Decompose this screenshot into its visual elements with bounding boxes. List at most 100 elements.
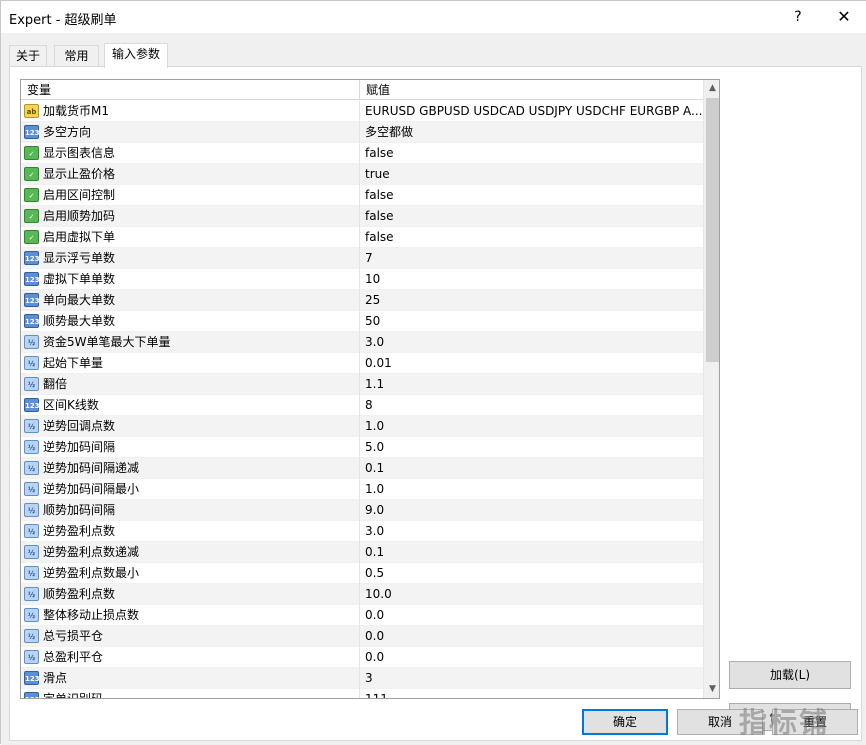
- table-row[interactable]: ½ 顺势盈利点数 10.0: [21, 584, 703, 605]
- param-name-cell[interactable]: 123 顺势最大单数: [21, 311, 360, 332]
- param-value-cell[interactable]: 9.0: [360, 500, 703, 521]
- table-row[interactable]: ½ 顺势加码间隔 9.0: [21, 500, 703, 521]
- table-row[interactable]: ½ 整体移动止损点数 0.0: [21, 605, 703, 626]
- param-value-cell[interactable]: 多空都做: [360, 122, 703, 143]
- param-name-cell[interactable]: ✓ 显示止盈价格: [21, 164, 360, 185]
- table-row[interactable]: 123 区间K线数 8: [21, 395, 703, 416]
- param-name-cell[interactable]: 123定单识别码: [21, 689, 360, 698]
- table-row[interactable]: 123定单识别码111: [21, 689, 703, 698]
- tab-common[interactable]: 常用: [54, 45, 99, 67]
- table-row[interactable]: ½ 逆势盈利点数最小 0.5: [21, 563, 703, 584]
- param-name-cell[interactable]: 123 滑点: [21, 668, 360, 689]
- table-row[interactable]: ✓ 启用顺势加码 false: [21, 206, 703, 227]
- vertical-scrollbar[interactable]: ▲ ▼: [703, 80, 719, 698]
- scroll-down-icon[interactable]: ▼: [704, 681, 719, 698]
- param-name-cell[interactable]: ½ 逆势回调点数: [21, 416, 360, 437]
- param-value-cell[interactable]: 0.5: [360, 563, 703, 584]
- param-name-cell[interactable]: ✓ 启用顺势加码: [21, 206, 360, 227]
- param-name-cell[interactable]: ½ 逆势加码间隔递减: [21, 458, 360, 479]
- tab-about[interactable]: 关于: [9, 45, 47, 67]
- param-value-cell[interactable]: 0.1: [360, 458, 703, 479]
- table-row[interactable]: ½ 总盈利平仓 0.0: [21, 647, 703, 668]
- param-name-cell[interactable]: ½ 整体移动止损点数: [21, 605, 360, 626]
- table-row[interactable]: ½ 逆势加码间隔最小 1.0: [21, 479, 703, 500]
- table-row[interactable]: ✓ 启用虚拟下单 false: [21, 227, 703, 248]
- param-name-cell[interactable]: 123 显示浮亏单数: [21, 248, 360, 269]
- param-value-cell[interactable]: 3: [360, 668, 703, 689]
- param-name-cell[interactable]: ½ 翻倍: [21, 374, 360, 395]
- table-row[interactable]: 123 显示浮亏单数 7: [21, 248, 703, 269]
- param-value-cell[interactable]: 0.0: [360, 605, 703, 626]
- tab-input-params[interactable]: 输入参数: [104, 43, 168, 68]
- close-button[interactable]: ✕: [821, 1, 866, 33]
- load-button[interactable]: 加载(L): [729, 661, 851, 689]
- table-row[interactable]: ½ 逆势加码间隔 5.0: [21, 437, 703, 458]
- param-value-cell[interactable]: false: [360, 143, 703, 164]
- table-row[interactable]: ½ 起始下单量 0.01: [21, 353, 703, 374]
- param-value-cell[interactable]: 25: [360, 290, 703, 311]
- param-value-cell[interactable]: 0.1: [360, 542, 703, 563]
- table-row[interactable]: ✓ 显示图表信息 false: [21, 143, 703, 164]
- table-row[interactable]: 123 单向最大单数 25: [21, 290, 703, 311]
- param-name-cell[interactable]: ½ 总亏损平仓: [21, 626, 360, 647]
- table-row[interactable]: ½ 翻倍 1.1: [21, 374, 703, 395]
- param-name-cell[interactable]: ½ 起始下单量: [21, 353, 360, 374]
- table-row[interactable]: ½ 逆势加码间隔递减 0.1: [21, 458, 703, 479]
- param-value-cell[interactable]: 5.0: [360, 437, 703, 458]
- table-row[interactable]: 123 滑点 3: [21, 668, 703, 689]
- param-name-cell[interactable]: 123 多空方向: [21, 122, 360, 143]
- param-value-cell[interactable]: false: [360, 185, 703, 206]
- table-row[interactable]: ½ 资金5W单笔最大下单量 3.0: [21, 332, 703, 353]
- param-name-cell[interactable]: ½ 逆势盈利点数递减: [21, 542, 360, 563]
- param-value-cell[interactable]: 10.0: [360, 584, 703, 605]
- param-name-cell[interactable]: ab 加载货币M1: [21, 101, 360, 122]
- param-value-cell[interactable]: 50: [360, 311, 703, 332]
- ok-button[interactable]: 确定: [582, 709, 668, 735]
- column-header-variable[interactable]: 变量: [21, 80, 360, 100]
- param-value-cell[interactable]: 1.0: [360, 479, 703, 500]
- param-name-cell[interactable]: ½ 逆势加码间隔最小: [21, 479, 360, 500]
- table-row[interactable]: ab 加载货币M1 EURUSD GBPUSD USDCAD USDJPY USDC…: [21, 101, 703, 122]
- table-row[interactable]: ✓ 显示止盈价格 true: [21, 164, 703, 185]
- table-row[interactable]: ½ 总亏损平仓 0.0: [21, 626, 703, 647]
- table-row[interactable]: ½ 逆势回调点数 1.0: [21, 416, 703, 437]
- param-value-cell[interactable]: 7: [360, 248, 703, 269]
- table-row[interactable]: ½ 逆势盈利点数递减 0.1: [21, 542, 703, 563]
- param-name-cell[interactable]: ½ 资金5W单笔最大下单量: [21, 332, 360, 353]
- table-row[interactable]: 123 顺势最大单数 50: [21, 311, 703, 332]
- param-name-cell[interactable]: ✓ 启用区间控制: [21, 185, 360, 206]
- param-name-cell[interactable]: ½ 总盈利平仓: [21, 647, 360, 668]
- param-value-cell[interactable]: false: [360, 206, 703, 227]
- table-row[interactable]: ✓ 启用区间控制 false: [21, 185, 703, 206]
- table-row[interactable]: 123 虚拟下单单数 10: [21, 269, 703, 290]
- param-value-cell[interactable]: true: [360, 164, 703, 185]
- param-name-cell[interactable]: ½ 逆势盈利点数最小: [21, 563, 360, 584]
- param-name-cell[interactable]: 123 单向最大单数: [21, 290, 360, 311]
- help-button[interactable]: ?: [775, 1, 821, 33]
- table-row[interactable]: 123 多空方向 多空都做: [21, 122, 703, 143]
- param-name-cell[interactable]: 123 区间K线数: [21, 395, 360, 416]
- param-value-cell[interactable]: 1.1: [360, 374, 703, 395]
- param-value-cell[interactable]: 0.0: [360, 626, 703, 647]
- param-name-cell[interactable]: ✓ 显示图表信息: [21, 143, 360, 164]
- param-value-cell[interactable]: 111: [360, 689, 703, 698]
- scroll-up-icon[interactable]: ▲: [704, 80, 719, 97]
- param-name-cell[interactable]: ✓ 启用虚拟下单: [21, 227, 360, 248]
- param-value-cell[interactable]: EURUSD GBPUSD USDCAD USDJPY USDCHF EURGB…: [360, 101, 703, 122]
- param-name-cell[interactable]: 123 虚拟下单单数: [21, 269, 360, 290]
- param-value-cell[interactable]: false: [360, 227, 703, 248]
- param-name-cell[interactable]: ½ 逆势盈利点数: [21, 521, 360, 542]
- param-value-cell[interactable]: 3.0: [360, 521, 703, 542]
- param-value-cell[interactable]: 10: [360, 269, 703, 290]
- scroll-thumb[interactable]: [706, 98, 719, 362]
- param-name-cell[interactable]: ½ 顺势加码间隔: [21, 500, 360, 521]
- table-row[interactable]: ½ 逆势盈利点数 3.0: [21, 521, 703, 542]
- param-name-cell[interactable]: ½ 逆势加码间隔: [21, 437, 360, 458]
- param-value-cell[interactable]: 1.0: [360, 416, 703, 437]
- param-name-cell[interactable]: ½ 顺势盈利点数: [21, 584, 360, 605]
- param-value-cell[interactable]: 8: [360, 395, 703, 416]
- param-value-cell[interactable]: 0.0: [360, 647, 703, 668]
- param-value-cell[interactable]: 3.0: [360, 332, 703, 353]
- column-header-value[interactable]: 赋值: [360, 80, 703, 100]
- param-value-cell[interactable]: 0.01: [360, 353, 703, 374]
